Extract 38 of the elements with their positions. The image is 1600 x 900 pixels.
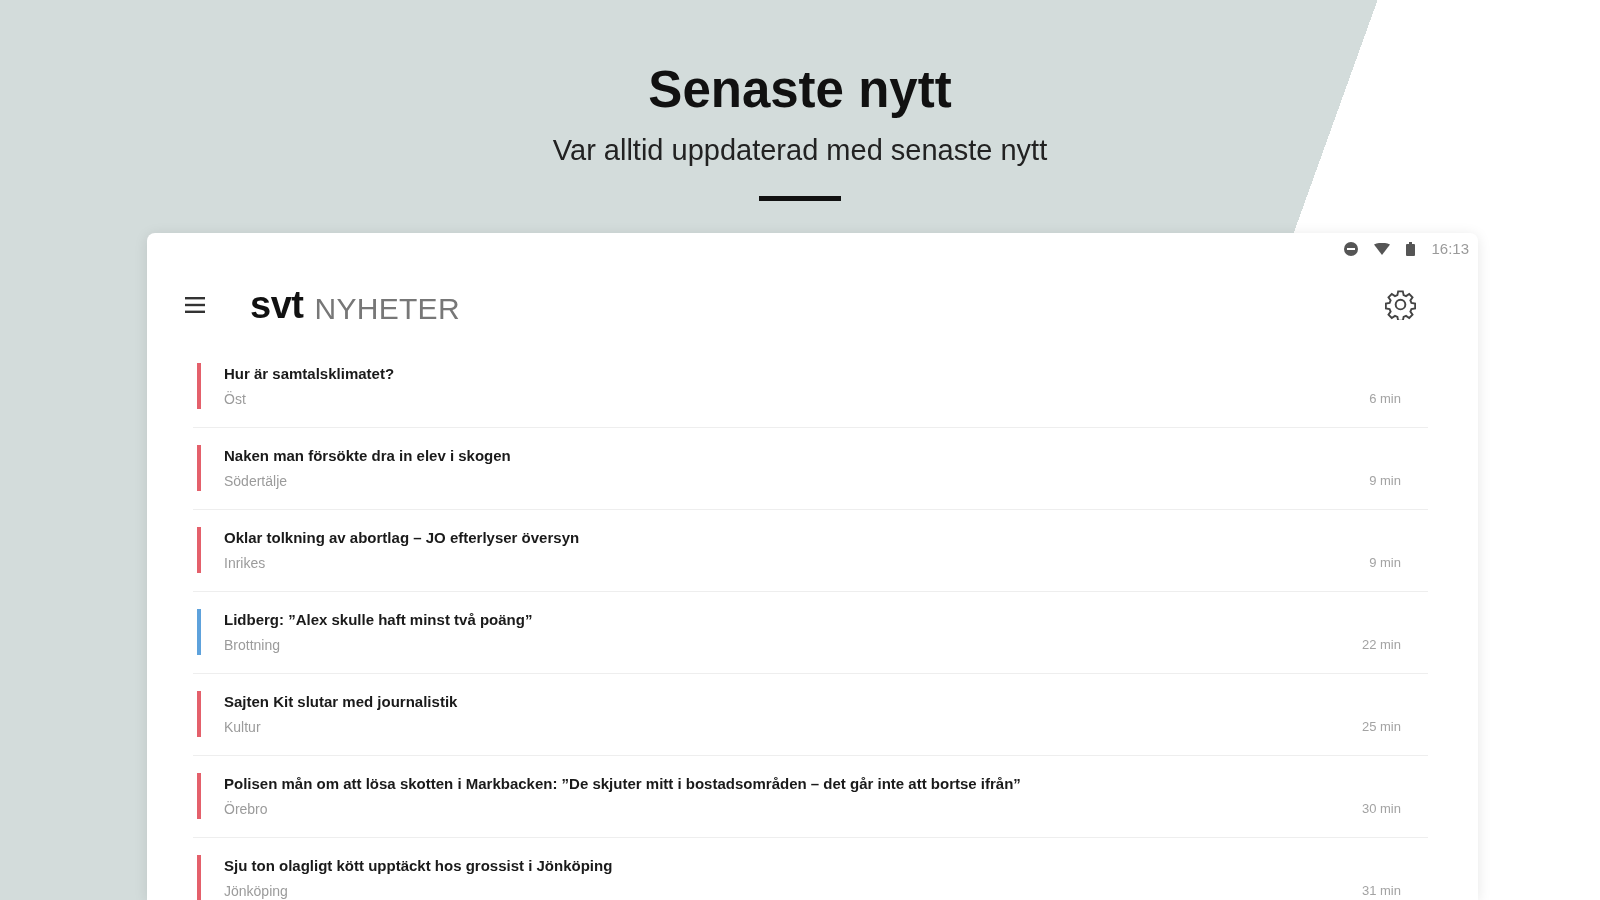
time-ago-text: 6 min [1369, 390, 1401, 408]
headline-text: Sju ton olagligt kött upptäckt hos grossist i Jönköping [224, 856, 614, 876]
headline-text: Sajten Kit slutar med journalistik [224, 692, 459, 712]
time-ago-text: 9 min [1369, 554, 1401, 572]
section-text: Södertälje [224, 472, 289, 490]
section-text: Inrikes [224, 554, 267, 572]
news-list-item[interactable]: Oklar tolkning av abortlag – JO efterlyser översyn Inrikes 9 min [193, 510, 1428, 592]
headline-text: Naken man försökte dra in elev i skogen [224, 446, 512, 466]
section-text: Kultur [224, 718, 262, 736]
news-list-item[interactable]: Hur är samtalsklimatet? Öst 6 min [193, 346, 1428, 428]
section-text: Öst [224, 390, 247, 408]
section-text: Jönköping [224, 882, 289, 900]
logo-text: svt [250, 282, 304, 327]
minus-circle-icon [1344, 242, 1359, 256]
headline-text: Lidberg: ”Alex skulle haft minst två poäng” [224, 610, 534, 630]
time-ago-text: 9 min [1369, 472, 1401, 490]
news-list-item[interactable]: Sajten Kit slutar med journalistik Kultur 25 min [193, 674, 1428, 756]
logo-section-text: NYHETER [314, 290, 460, 327]
wifi-icon [1374, 243, 1391, 255]
section-text: Brottning [224, 636, 282, 654]
section-text: Örebro [224, 800, 269, 818]
page-heading: Senaste nytt [647, 60, 953, 120]
time-ago-text: 31 min [1361, 882, 1401, 900]
settings-icon[interactable] [1385, 289, 1416, 320]
headline-text: Oklar tolkning av abortlag – JO efterlyser översyn [224, 528, 581, 548]
headline-text: Polisen mån om att lösa skotten i Markbacken: ”De skjuter mitt i bostadsområden – det går inte att bortse ifrån” [224, 774, 1022, 794]
news-list-item[interactable]: Sju ton olagligt kött upptäckt hos grossist i Jönköping Jönköping 31 min [193, 838, 1428, 900]
time-ago-text: 22 min [1361, 636, 1401, 654]
news-list-item[interactable]: Naken man försökte dra in elev i skogen Södertälje 9 min [193, 428, 1428, 510]
page-subheading: Var alltid uppdaterad med senaste nytt [551, 133, 1049, 168]
time-ago-text: 30 min [1361, 800, 1401, 818]
clock-text: 16:13 [1431, 240, 1469, 258]
news-list-item[interactable]: Lidberg: ”Alex skulle haft minst två poäng” Brottning 22 min [193, 592, 1428, 674]
battery-icon [1406, 242, 1416, 256]
news-list-item[interactable]: Polisen mån om att lösa skotten i Markbacken: ”De skjuter mitt i bostadsområden – det går inte att bortse ifrån” Örebro 30 min [193, 756, 1428, 838]
time-ago-text: 25 min [1361, 718, 1401, 736]
menu-icon[interactable] [185, 296, 205, 313]
headline-text: Hur är samtalsklimatet? [224, 364, 396, 384]
